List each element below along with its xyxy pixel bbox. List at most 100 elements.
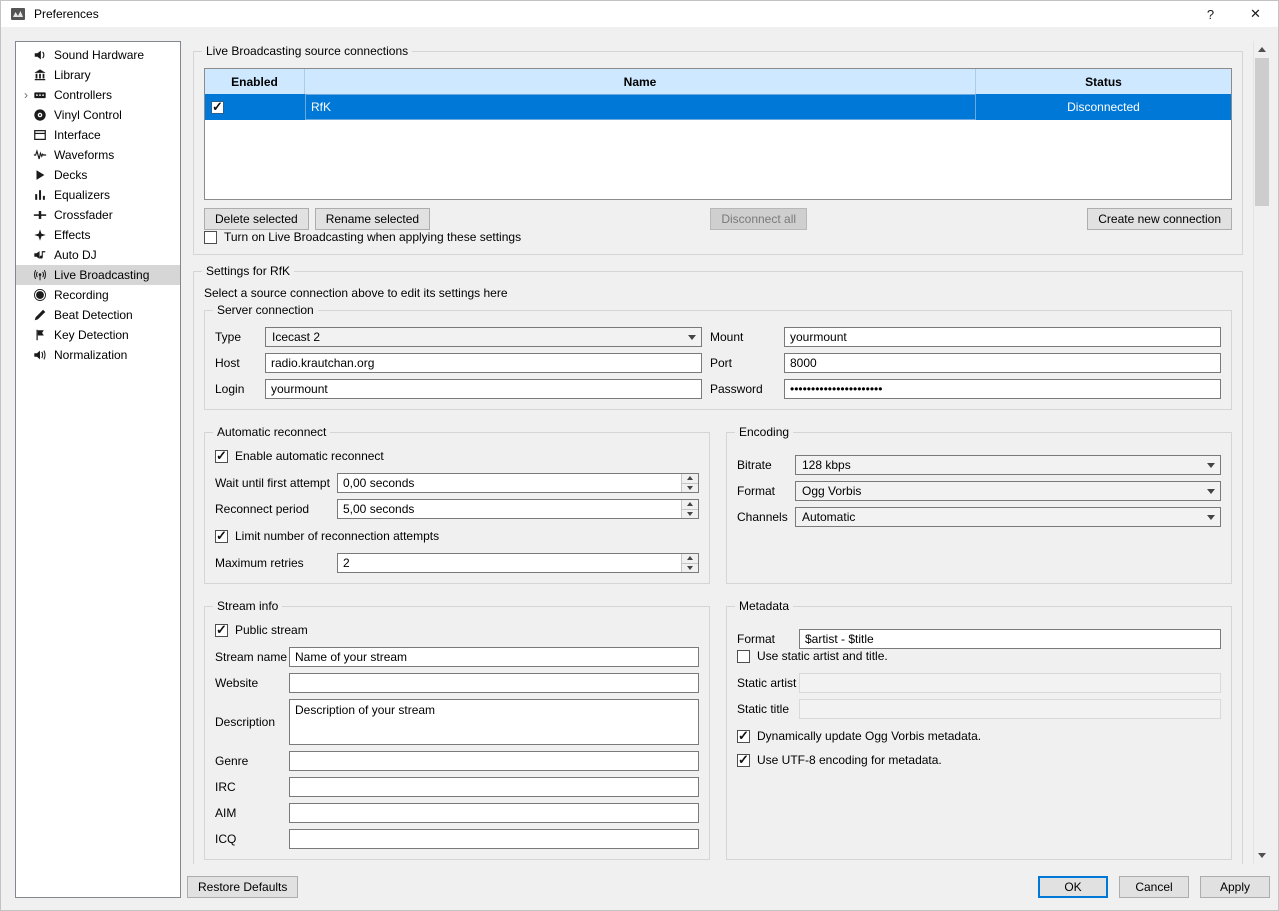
public-stream-checkbox[interactable] — [215, 624, 228, 637]
format-combobox[interactable]: Ogg Vorbis — [795, 481, 1221, 501]
turn-on-broadcasting-row[interactable]: Turn on Live Broadcasting when applying … — [204, 230, 1232, 244]
reconnect-period-spinbox[interactable] — [337, 499, 699, 519]
apply-button[interactable]: Apply — [1200, 876, 1270, 898]
sidebar-item-library[interactable]: Library — [16, 65, 180, 85]
create-new-connection-button[interactable]: Create new connection — [1087, 208, 1232, 230]
sidebar-item-key-detection[interactable]: Key Detection — [16, 325, 180, 345]
dynamic-metadata-row[interactable]: Dynamically update Ogg Vorbis metadata. — [737, 729, 1221, 743]
sidebar-item-label: Crossfader — [54, 208, 113, 222]
chevron-right-icon[interactable] — [20, 89, 32, 101]
close-icon[interactable]: ✕ — [1233, 1, 1278, 27]
rename-selected-button[interactable]: Rename selected — [315, 208, 430, 230]
bitrate-combobox-value: 128 kbps — [802, 458, 851, 472]
sidebar-item-interface[interactable]: Interface — [16, 125, 180, 145]
stream-name-input[interactable] — [289, 647, 699, 667]
sidebar-item-equalizers[interactable]: Equalizers — [16, 185, 180, 205]
sidebar-item-effects[interactable]: Effects — [16, 225, 180, 245]
host-input[interactable] — [265, 353, 702, 373]
help-button[interactable]: ? — [1188, 1, 1233, 27]
host-label: Host — [215, 356, 257, 370]
sidebar-item-decks[interactable]: Decks — [16, 165, 180, 185]
enabled-checkbox[interactable] — [211, 101, 224, 114]
delete-selected-button[interactable]: Delete selected — [204, 208, 309, 230]
spin-down-button[interactable] — [682, 564, 698, 573]
use-static-artist-title-row[interactable]: Use static artist and title. — [737, 649, 1221, 663]
restore-defaults-button[interactable]: Restore Defaults — [187, 876, 298, 898]
scroll-down-icon[interactable] — [1254, 847, 1270, 864]
description-textarea[interactable]: Description of your stream — [289, 699, 699, 745]
ok-button[interactable]: OK — [1038, 876, 1108, 898]
dynamic-metadata-checkbox[interactable] — [737, 730, 750, 743]
column-header-enabled[interactable]: Enabled — [205, 69, 305, 94]
scroll-up-icon[interactable] — [1254, 41, 1270, 58]
genre-input[interactable] — [289, 751, 699, 771]
maximum-retries-spinbox[interactable] — [337, 553, 699, 573]
scrollbar-thumb[interactable] — [1255, 58, 1269, 206]
reconnect-period-input[interactable] — [337, 499, 699, 519]
enable-automatic-reconnect-label: Enable automatic reconnect — [235, 449, 384, 463]
spin-up-button[interactable] — [682, 554, 698, 564]
group-title: Automatic reconnect — [213, 425, 330, 439]
enabled-cell — [205, 94, 305, 120]
use-static-artist-title-checkbox[interactable] — [737, 650, 750, 663]
limit-reconnection-attempts-row[interactable]: Limit number of reconnection attempts — [215, 529, 699, 543]
aim-label: AIM — [215, 806, 289, 820]
utf8-metadata-row[interactable]: Use UTF-8 encoding for metadata. — [737, 753, 1221, 767]
spin-up-button[interactable] — [682, 474, 698, 484]
maximum-retries-input[interactable] — [337, 553, 699, 573]
limit-reconnection-attempts-checkbox[interactable] — [215, 530, 228, 543]
sidebar-item-normalization[interactable]: Normalization — [16, 345, 180, 365]
spin-down-button[interactable] — [682, 484, 698, 493]
turn-on-broadcasting-checkbox[interactable] — [204, 231, 217, 244]
metadata-format-row: Format — [737, 629, 1221, 649]
password-label: Password — [710, 382, 776, 396]
chevron-down-icon — [683, 328, 701, 346]
metadata-format-input[interactable] — [799, 629, 1221, 649]
password-input[interactable] — [784, 379, 1221, 399]
sidebar-item-live-broadcasting[interactable]: Live Broadcasting — [16, 265, 180, 285]
irc-input[interactable] — [289, 777, 699, 797]
play-icon — [32, 167, 48, 183]
vertical-scrollbar[interactable] — [1253, 41, 1270, 864]
wait-first-attempt-spinbox[interactable] — [337, 473, 699, 493]
sidebar-item-vinyl-control[interactable]: Vinyl Control — [16, 105, 180, 125]
scrollbar-track[interactable] — [1254, 58, 1270, 847]
sidebar-item-controllers[interactable]: Controllers — [16, 85, 180, 105]
waveform-icon — [32, 147, 48, 163]
sidebar-item-waveforms[interactable]: Waveforms — [16, 145, 180, 165]
type-label: Type — [215, 330, 257, 344]
port-input[interactable] — [784, 353, 1221, 373]
genre-label: Genre — [215, 754, 289, 768]
type-combobox[interactable]: Icecast 2 — [265, 327, 702, 347]
bitrate-combobox[interactable]: 128 kbps — [795, 455, 1221, 475]
utf8-metadata-checkbox[interactable] — [737, 754, 750, 767]
table-row[interactable]: RfK Disconnected — [205, 94, 1231, 120]
website-input[interactable] — [289, 673, 699, 693]
channels-combobox[interactable]: Automatic — [795, 507, 1221, 527]
aim-input[interactable] — [289, 803, 699, 823]
wait-first-attempt-input[interactable] — [337, 473, 699, 493]
titlebar: Preferences ? ✕ — [1, 1, 1278, 27]
sidebar-item-beat-detection[interactable]: Beat Detection — [16, 305, 180, 325]
type-combobox-value: Icecast 2 — [272, 330, 320, 344]
column-header-status[interactable]: Status — [976, 69, 1231, 94]
enable-automatic-reconnect-row[interactable]: Enable automatic reconnect — [215, 449, 699, 463]
sidebar-item-sound-hardware[interactable]: Sound Hardware — [16, 45, 180, 65]
public-stream-row[interactable]: Public stream — [215, 623, 699, 637]
sidebar-item-auto-dj[interactable]: Auto DJ — [16, 245, 180, 265]
cancel-button[interactable]: Cancel — [1119, 876, 1189, 898]
sidebar-item-recording[interactable]: Recording — [16, 285, 180, 305]
metadata-group: Metadata Format Use static artist and ti… — [726, 606, 1232, 860]
sidebar-item-crossfader[interactable]: Crossfader — [16, 205, 180, 225]
login-input[interactable] — [265, 379, 702, 399]
autodj-icon — [32, 247, 48, 263]
static-title-row: Static title — [737, 699, 1221, 719]
column-header-name[interactable]: Name — [305, 69, 976, 94]
spin-up-button[interactable] — [682, 500, 698, 510]
icq-input[interactable] — [289, 829, 699, 849]
mount-input[interactable] — [784, 327, 1221, 347]
enable-automatic-reconnect-checkbox[interactable] — [215, 450, 228, 463]
reconnect-period-label: Reconnect period — [215, 502, 337, 516]
spin-down-button[interactable] — [682, 510, 698, 519]
library-icon — [32, 67, 48, 83]
